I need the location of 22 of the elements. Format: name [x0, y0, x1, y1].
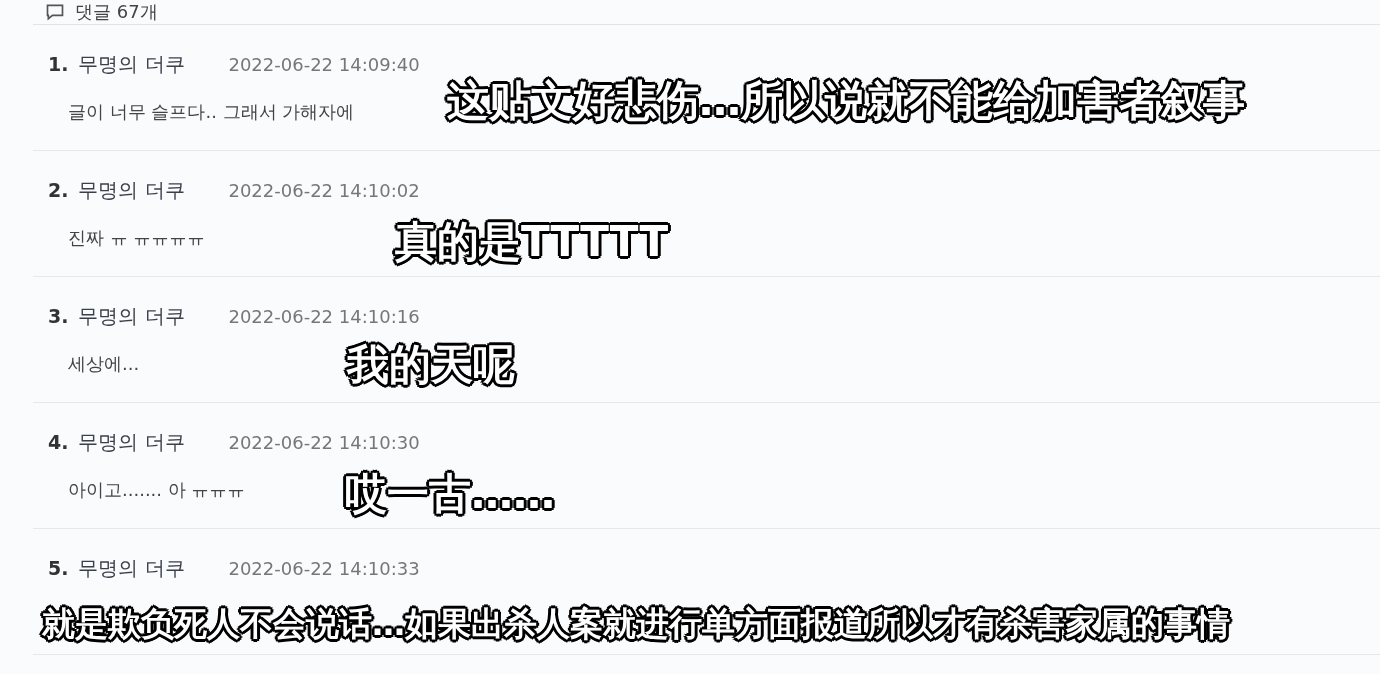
author-name: 무명의 더쿠	[78, 429, 186, 456]
comment-number: 3.	[48, 305, 69, 327]
comment-time: 2022-06-22 14:10:02	[228, 180, 420, 201]
comment-icon	[45, 2, 65, 22]
comment-count: 댓글 67개	[75, 1, 158, 23]
comment-time: 2022-06-22 14:10:30	[228, 432, 420, 453]
comment-time: 2022-06-22 14:09:40	[228, 54, 420, 75]
author-name: 무명의 더쿠	[78, 177, 186, 204]
comment-number: 4.	[48, 431, 69, 453]
subtitle-caption: 哎一古……	[345, 471, 555, 518]
author-name: 무명의 더쿠	[78, 555, 186, 582]
comment-number: 2.	[48, 179, 69, 201]
author-name: 무명의 더쿠	[78, 303, 186, 330]
comment-text: 진짜 ㅠ ㅠㅠㅠㅠ	[67, 226, 206, 250]
comment-text: 글이 너무 슬프다.. 그래서 가해자에	[67, 100, 355, 124]
comment-time: 2022-06-22 14:10:16	[228, 306, 420, 327]
comment-text: 아이고....... 아 ㅠㅠㅠ	[67, 478, 246, 502]
author-name: 무명의 더쿠	[78, 51, 186, 78]
comment-time: 2022-06-22 14:10:33	[228, 558, 420, 579]
comment-number: 1.	[48, 53, 69, 75]
comment-text: 세상에...	[67, 352, 140, 376]
comment-number: 5.	[48, 557, 69, 579]
